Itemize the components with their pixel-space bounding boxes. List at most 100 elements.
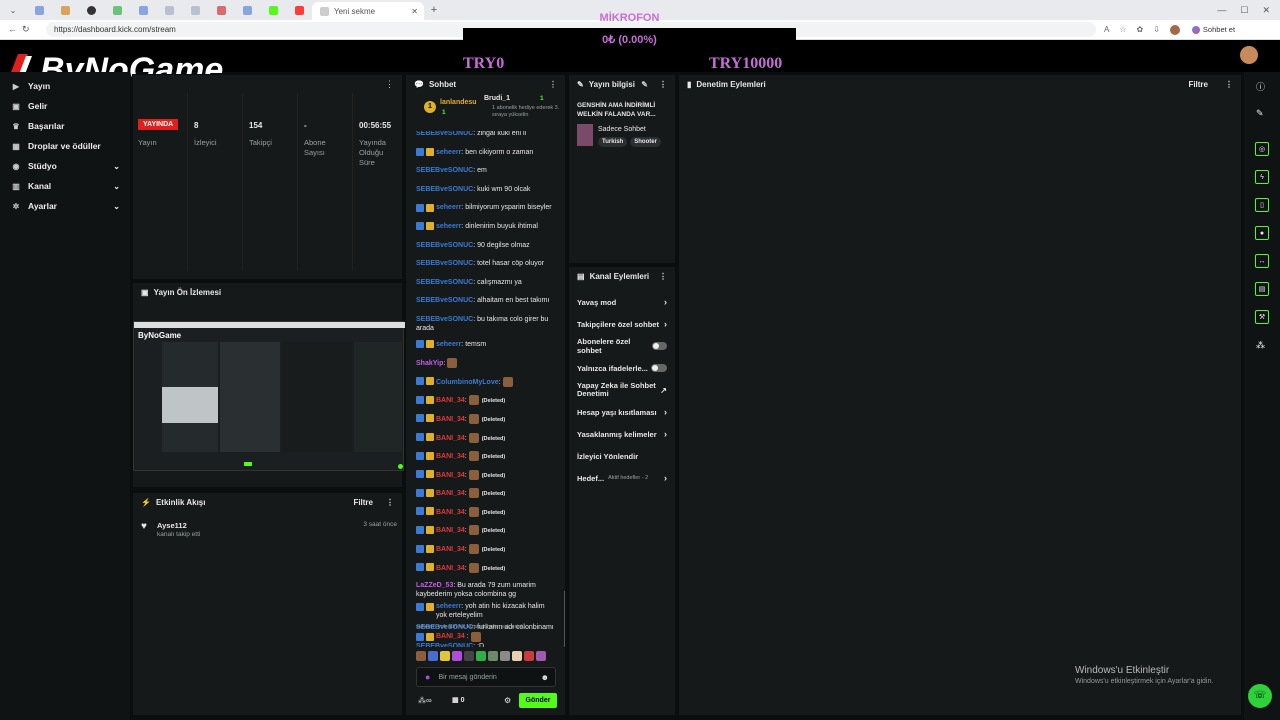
chat-username[interactable]: SEBEBveSONUC <box>416 279 473 286</box>
sidebar-item-studio[interactable]: ◉ Stüdyo ⌄ <box>0 156 130 176</box>
emote-icon[interactable] <box>416 651 426 661</box>
chat-username[interactable]: BANI_34 <box>436 434 465 441</box>
emote-icon[interactable] <box>452 651 462 661</box>
chat-username[interactable]: seheerr <box>436 223 461 230</box>
more-icon[interactable]: ⋮ <box>659 80 667 89</box>
channel-action-item[interactable]: Yapay Zeka ile Sohbet Denetimi ↗ <box>569 379 675 401</box>
browser-tab[interactable] <box>52 2 78 18</box>
browser-tab[interactable] <box>130 2 156 18</box>
browser-tab[interactable] <box>182 2 208 18</box>
browser-tab[interactable] <box>26 2 52 18</box>
browser-tab[interactable] <box>208 2 234 18</box>
chat-username[interactable]: seheerr <box>436 204 461 211</box>
more-icon[interactable]: ⋮ <box>385 79 394 90</box>
channel-action-item[interactable]: Takipçilere özel sohbet › <box>569 313 675 335</box>
back-icon[interactable]: ← <box>8 24 17 34</box>
info-icon[interactable]: ⓘ <box>1256 80 1265 93</box>
minimize-icon[interactable]: — <box>1217 5 1226 16</box>
chat-username[interactable]: seheerr <box>436 341 461 348</box>
tab-menu-button[interactable]: ⌄ <box>0 2 26 18</box>
chat-username[interactable]: BANI_34 <box>436 490 465 497</box>
chat-username[interactable]: seheerr <box>436 149 461 156</box>
chat-username[interactable]: SEBEBveSONUC <box>416 186 473 193</box>
channel-action-item[interactable]: Yavaş mod › <box>569 291 675 313</box>
emote-icon[interactable] <box>440 651 450 661</box>
emote-icon[interactable] <box>536 651 546 661</box>
chat-username[interactable]: seheerr <box>436 603 461 610</box>
chat-username[interactable]: BANI_34 <box>436 397 465 404</box>
avatar[interactable] <box>1169 24 1180 35</box>
new-tab-button[interactable]: + <box>424 2 444 18</box>
toggle-switch[interactable] <box>651 364 667 372</box>
refresh-icon[interactable]: ↻ <box>22 24 30 35</box>
chat-bubble-icon[interactable]: ● <box>1255 226 1269 240</box>
chat-username[interactable]: SEBEBveSONUC <box>416 242 473 249</box>
more-icon[interactable]: ⋮ <box>659 272 667 281</box>
chat-username[interactable]: SEBEBveSONUC <box>416 131 473 137</box>
sidebar-item-channel[interactable]: ▥ Kanal ⌄ <box>0 176 130 196</box>
share-icon[interactable]: ⁂ <box>1256 340 1265 351</box>
chat-username[interactable]: BANI_34 <box>436 453 465 460</box>
download-icon[interactable]: ⇩ <box>1153 25 1160 35</box>
close-window-icon[interactable]: ✕ <box>1262 5 1270 16</box>
chat-username[interactable]: BANI_34 <box>436 527 465 534</box>
send-button[interactable]: Gönder <box>519 693 557 708</box>
chat-username[interactable]: ShakYip <box>416 360 443 367</box>
browser-tab[interactable] <box>78 2 104 18</box>
close-tab-icon[interactable]: ✕ <box>411 7 418 16</box>
chat-username[interactable]: SEBEBveSONUC <box>416 316 473 323</box>
channel-action-item[interactable]: Hedef... Aktif hedefler - 2 › <box>569 467 675 489</box>
translate-icon[interactable]: A <box>1104 25 1109 35</box>
support-icon[interactable]: ☏ <box>1248 684 1272 708</box>
points-display[interactable]: ▦ 0 <box>452 696 464 704</box>
toggle-switch[interactable] <box>652 342 667 350</box>
star-icon[interactable]: ☆ <box>1119 25 1126 35</box>
broadcast-icon[interactable]: ↔ <box>1255 254 1269 268</box>
server-icon[interactable]: ▤ <box>1255 282 1269 296</box>
user-avatar[interactable] <box>1240 46 1258 64</box>
camera-icon[interactable]: ◎ <box>1255 142 1269 156</box>
chat-username[interactable]: ColumbinoMyLove <box>436 379 499 386</box>
emote-icon[interactable] <box>428 651 438 661</box>
emote-icon[interactable] <box>500 651 510 661</box>
chat-username[interactable]: BANI_34 <box>436 509 465 516</box>
chat-scrollbar[interactable] <box>564 591 565 647</box>
chat-username[interactable]: BANI_34 <box>436 416 465 423</box>
extensions-icon[interactable]: ✿ <box>1137 25 1144 35</box>
chat-input[interactable]: ● Bir mesaj gönderin ☻ <box>416 667 556 687</box>
channel-action-item[interactable]: Yasaklanmış kelimeler › <box>569 423 675 445</box>
chat-button[interactable]: Sohbet et <box>1191 25 1235 34</box>
sidebar-item-video[interactable]: ▶ Yayın <box>0 76 130 96</box>
emote-icon[interactable] <box>464 651 474 661</box>
browser-tab[interactable] <box>234 2 260 18</box>
chat-username[interactable]: SEBEBveSONUC <box>416 260 473 267</box>
emote-icon[interactable] <box>488 651 498 661</box>
channel-action-item[interactable]: Abonelere özel sohbet <box>569 335 675 357</box>
wrench-icon[interactable]: ⚒ <box>1255 310 1269 324</box>
moderation-filter-button[interactable]: Filtre <box>1188 80 1208 89</box>
chat-username[interactable]: LaZZeD_53 <box>416 582 453 589</box>
chat-username[interactable]: BANI_34 <box>436 565 465 572</box>
sidebar-item-gift[interactable]: ▦ Droplar ve ödüller <box>0 136 130 156</box>
chat-username[interactable]: BANI_34 <box>436 546 465 553</box>
channel-action-item[interactable]: Yalnızca ifadelerle... <box>569 357 675 379</box>
mic-icon[interactable]: ● <box>425 672 430 682</box>
browser-tab-kick[interactable] <box>260 2 286 18</box>
emote-icon[interactable] <box>524 651 534 661</box>
chat-username[interactable]: BANI_34 <box>436 472 465 479</box>
browser-tab[interactable] <box>104 2 130 18</box>
more-icon[interactable]: ⋮ <box>386 498 394 507</box>
chat-username[interactable]: SEBEBveSONUC <box>416 167 473 174</box>
channel-action-item[interactable]: İzleyici Yönlendir <box>569 445 675 467</box>
chat-username[interactable]: SEBEBveSONUC <box>416 297 473 304</box>
sidebar-item-trophy[interactable]: ♛ Başarılar <box>0 116 130 136</box>
emoji-icon[interactable]: ☻ <box>541 673 549 682</box>
chat-settings-icon[interactable]: ⚙ <box>504 696 511 705</box>
activity-filter-button[interactable]: Filtre <box>353 498 373 507</box>
emote-icon[interactable] <box>512 651 522 661</box>
more-icon[interactable]: ⋮ <box>1225 80 1233 89</box>
sidebar-item-money[interactable]: ▣ Gelir <box>0 96 130 116</box>
bolt-icon[interactable]: ϟ <box>1255 170 1269 184</box>
active-browser-tab[interactable]: Yeni sekme ✕ <box>312 2 424 20</box>
share-icon[interactable]: ⁂∞ <box>418 696 432 705</box>
